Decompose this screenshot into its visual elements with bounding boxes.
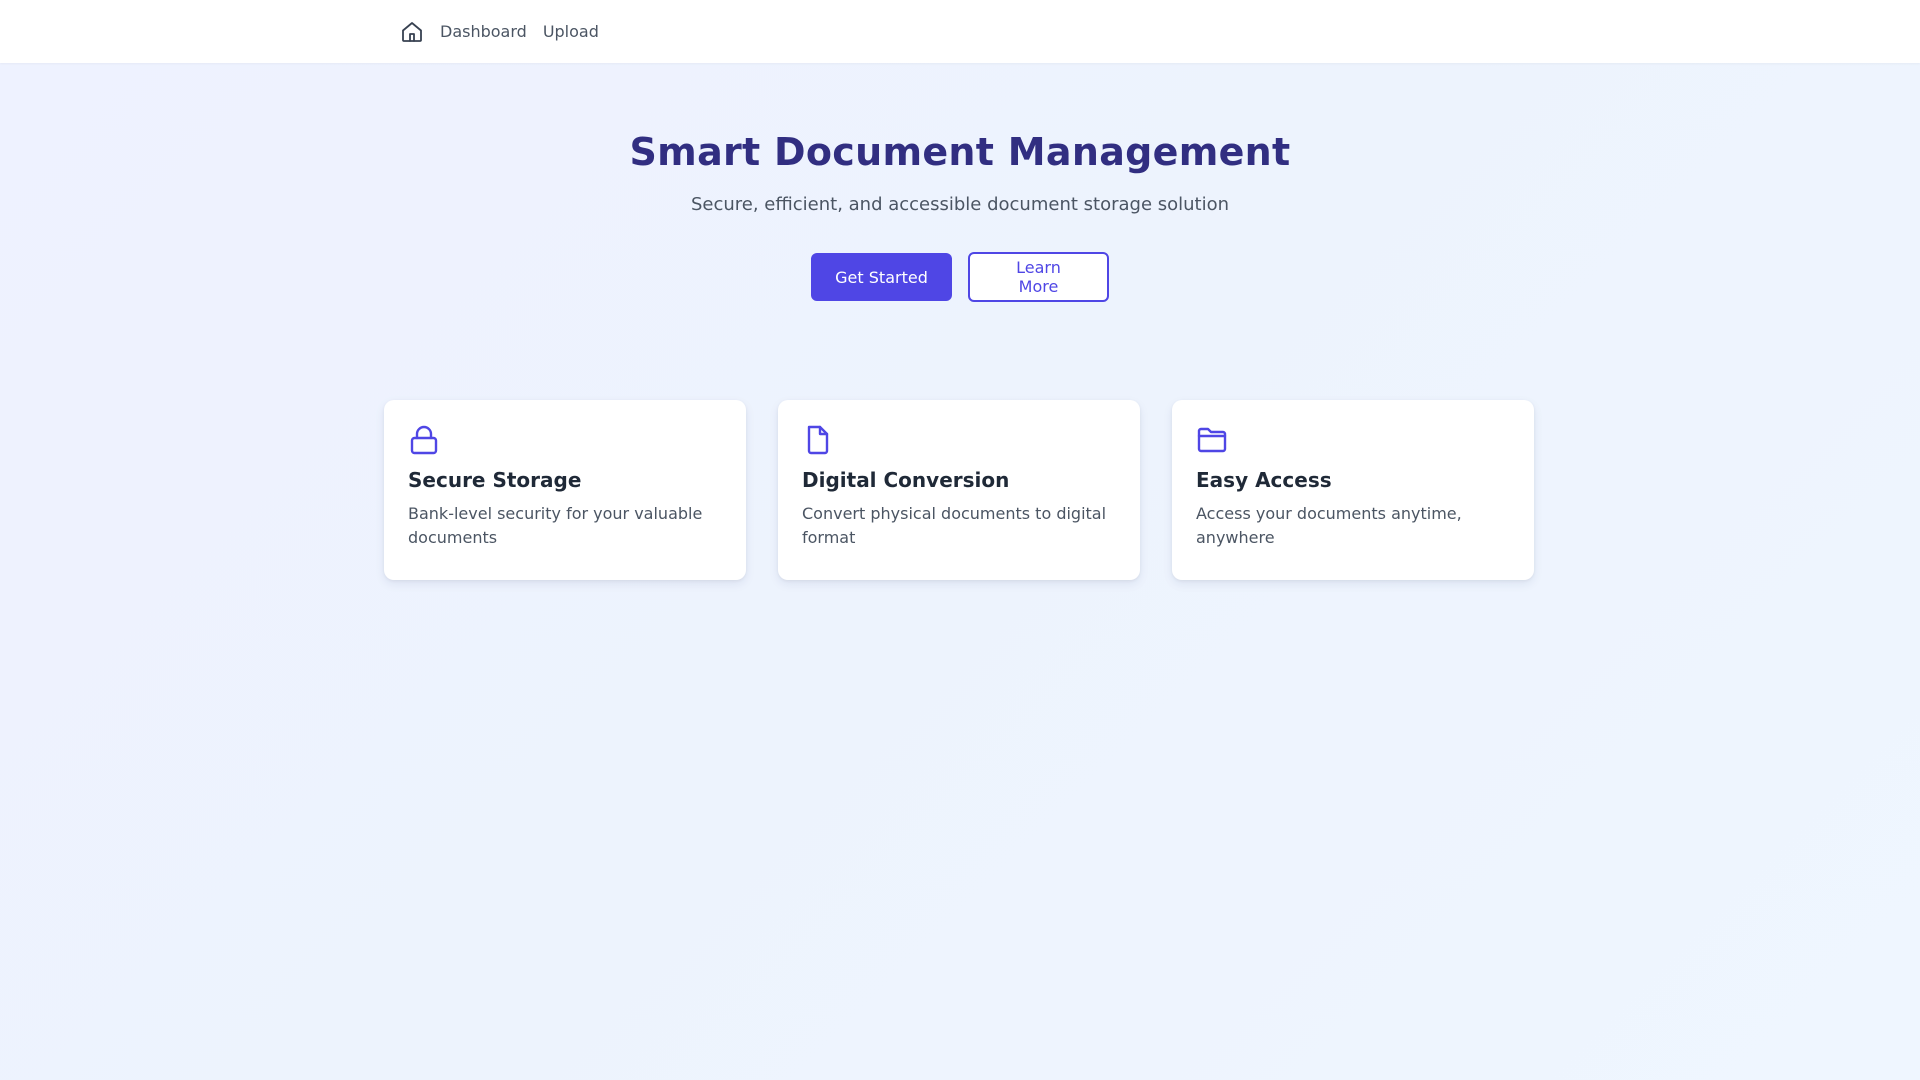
feature-description: Access your documents anytime, anywhere — [1196, 504, 1462, 547]
top-nav: Dashboard Upload — [0, 0, 1920, 63]
feature-description: Convert physical documents to digital fo… — [802, 504, 1107, 547]
feature-title: Digital Conversion — [802, 468, 1010, 492]
home-icon[interactable] — [400, 20, 424, 44]
feature-title: Easy Access — [1196, 468, 1332, 492]
hero: Smart Document Management Secure, effici… — [0, 130, 1920, 215]
nav-link-upload[interactable]: Upload — [543, 22, 599, 41]
feature-description: Bank-level security for your valuable do… — [408, 504, 703, 547]
nav-inner: Dashboard Upload — [400, 0, 599, 63]
learn-more-button[interactable]: Learn More — [968, 252, 1109, 302]
lock-icon — [410, 425, 438, 455]
page-title: Smart Document Management — [629, 130, 1291, 174]
get-started-button[interactable]: Get Started — [811, 253, 952, 301]
feature-card-secure-storage: Secure Storage Bank-level security for y… — [384, 400, 746, 580]
feature-card-easy-access: Easy Access Access your documents anytim… — [1172, 400, 1534, 580]
folder-icon — [1197, 427, 1227, 453]
feature-card-digital-conversion: Digital Conversion Convert physical docu… — [778, 400, 1140, 580]
feature-title: Secure Storage — [408, 468, 582, 492]
feature-cards: Secure Storage Bank-level security for y… — [384, 400, 1534, 580]
hero-actions: Get Started Learn More — [0, 252, 1920, 302]
page-subtitle: Secure, efficient, and accessible docume… — [690, 194, 1230, 215]
document-icon — [807, 425, 829, 455]
nav-link-dashboard[interactable]: Dashboard — [440, 22, 527, 41]
